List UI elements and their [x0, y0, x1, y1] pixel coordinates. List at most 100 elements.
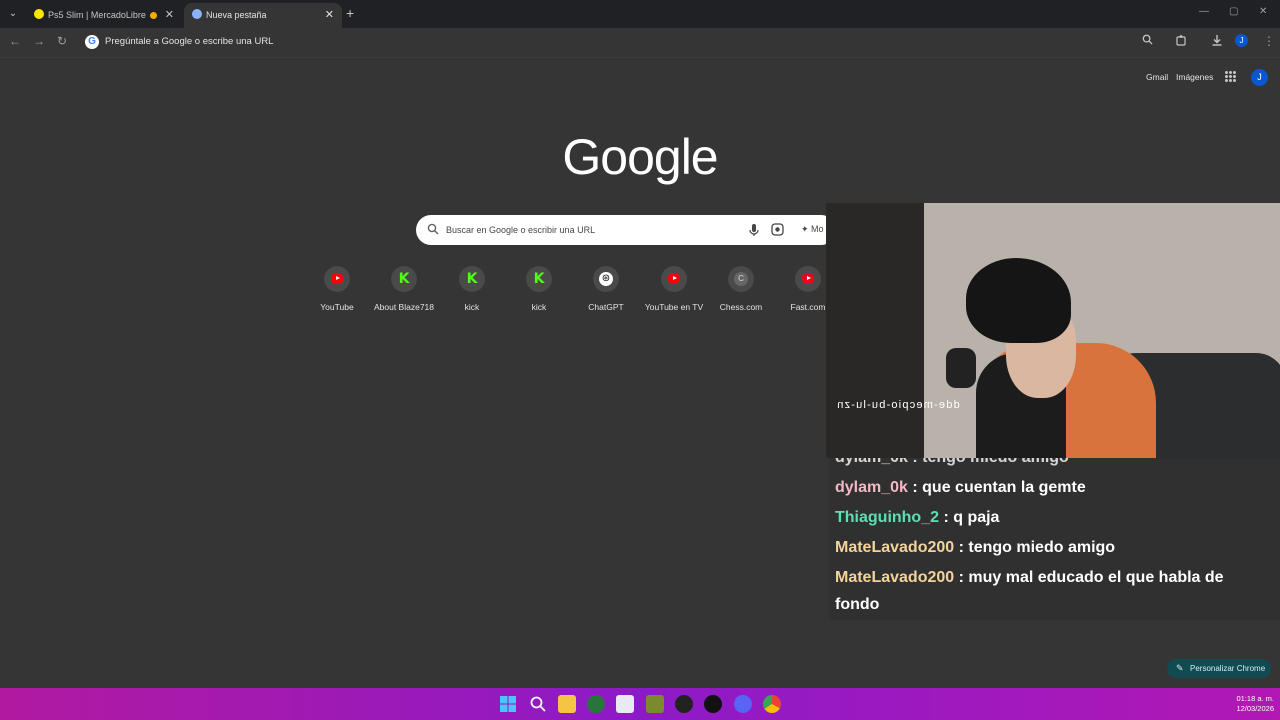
shortcut-youtube[interactable]: YouTube — [304, 266, 370, 318]
shortcut-label: ChatGPT — [588, 302, 624, 312]
gmail-link[interactable]: Gmail — [1146, 72, 1168, 82]
extensions-puzzle-icon[interactable] — [1175, 34, 1187, 49]
shortcut-tile — [661, 266, 687, 292]
customize-label: Personalizar Chrome — [1190, 664, 1266, 673]
windows-start-icon[interactable] — [499, 695, 517, 713]
chat-text: que cuentan la gemte — [922, 479, 1086, 496]
discord-icon[interactable] — [734, 695, 752, 713]
tab-title: Nueva pestaña — [206, 10, 267, 20]
shortcut-kick[interactable]: K kick — [439, 266, 505, 318]
shortcut-tile: ⊛ — [593, 266, 619, 292]
shortcut-about-blaze718[interactable]: K About Blaze718 — [371, 266, 437, 318]
omnibox-placeholder: Pregúntale a Google o escribe una URL — [105, 36, 274, 47]
search-input[interactable]: Buscar en Google o escribir una URL ✦ Mo — [416, 215, 836, 245]
file-explorer-icon[interactable] — [558, 695, 576, 713]
headset-icon — [946, 348, 976, 388]
mercadolibre-favicon-icon — [34, 9, 44, 19]
taskbar-clock[interactable]: 01:18 a. m. 12/03/2026 — [1222, 694, 1274, 714]
fast-icon — [802, 274, 814, 283]
webcam-overlay: dde-mecpio-bu-lu-zn — [826, 203, 1280, 458]
images-link[interactable]: Imágenes — [1176, 72, 1213, 82]
profile-avatar[interactable]: J — [1235, 34, 1248, 47]
kick-icon: K — [466, 271, 478, 287]
chrome-favicon-icon — [192, 9, 202, 19]
shortcut-tile — [324, 266, 350, 292]
shortcut-chatgpt[interactable]: ⊛ ChatGPT — [573, 266, 639, 318]
pencil-icon: ✎ — [1176, 663, 1184, 673]
shortcut-label: YouTube — [320, 302, 354, 312]
chat-username: dylam_0k — [835, 479, 908, 496]
chess-icon: C — [734, 272, 748, 286]
shortcut-label: YouTube en TV — [644, 302, 704, 312]
zoom-search-icon[interactable] — [1142, 34, 1153, 48]
chat-message: MateLavado200 : muy mal educado el que h… — [835, 569, 1224, 613]
close-tab-icon[interactable]: ✕ — [165, 5, 174, 26]
forward-arrow-icon[interactable]: → — [33, 34, 45, 48]
close-tab-icon[interactable]: ✕ — [325, 5, 334, 26]
shortcut-tile: K — [526, 266, 552, 292]
ai-mode-label: Mo — [811, 224, 824, 234]
youtube-icon — [668, 274, 680, 283]
maximize-icon[interactable]: ▢ — [1229, 6, 1238, 17]
search-icon[interactable] — [529, 695, 547, 713]
chat-message: MateLavado200 : tengo miedo amigo — [835, 539, 1116, 556]
back-arrow-icon[interactable]: ← — [9, 34, 21, 48]
shortcut-chess[interactable]: C Chess.com — [708, 266, 774, 318]
windows-taskbar — [0, 688, 1280, 720]
stream-chat: dylam_0k : tengo miedo amigo dylam_0k : … — [829, 458, 1280, 620]
account-avatar[interactable]: J — [1251, 69, 1268, 86]
ai-mode-button[interactable]: ✦ Mo — [801, 224, 824, 235]
chat-username: MateLavado200 — [835, 539, 955, 556]
store-icon[interactable] — [616, 695, 634, 713]
shortcut-label: About Blaze718 — [373, 302, 435, 312]
xbox-icon[interactable] — [587, 695, 605, 713]
download-icon[interactable] — [1211, 34, 1223, 49]
webcam-background-door — [826, 203, 924, 458]
microphone-icon[interactable] — [748, 223, 760, 237]
tab-status-dot-icon — [149, 12, 157, 20]
tab-mercadolibre[interactable]: Ps5 Slim | MercadoLibre ✕ — [26, 3, 182, 28]
clock-time: 01:18 a. m. — [1236, 694, 1274, 703]
customize-chrome-button[interactable]: ✎ Personalizar Chrome — [1167, 659, 1271, 678]
chat-text: tengo miedo amigo — [968, 539, 1116, 556]
tab-new-tab[interactable]: Nueva pestaña ✕ — [184, 3, 342, 28]
chat-message: Thiaguinho_2 : q paja — [835, 509, 1000, 526]
tab-strip: ⌄ Ps5 Slim | MercadoLibre ✕ Nueva pestañ… — [0, 0, 1280, 28]
youtube-icon — [331, 274, 343, 283]
mirrored-caption: dde-mecpio-bu-lu-zn — [836, 399, 960, 411]
shortcut-kick-2[interactable]: K kick — [506, 266, 572, 318]
shortcut-youtube-tv[interactable]: YouTube en TV — [641, 266, 707, 318]
app-icon[interactable] — [704, 695, 722, 713]
search-icon — [427, 223, 439, 235]
shortcut-label: Chess.com — [719, 302, 763, 312]
shortcut-tile — [795, 266, 821, 292]
new-tab-plus-icon[interactable]: + — [346, 5, 354, 21]
google-apps-grid-icon[interactable] — [1225, 71, 1236, 82]
window-close-icon[interactable]: ✕ — [1259, 6, 1267, 17]
tab-title: Ps5 Slim | MercadoLibre — [48, 5, 157, 26]
chat-username: Thiaguinho_2 — [835, 509, 939, 526]
chat-message: dylam_0k : que cuentan la gemte — [835, 479, 1086, 496]
minimize-icon[interactable]: — — [1199, 6, 1209, 17]
shortcut-tile: K — [391, 266, 417, 292]
shortcut-label: kick — [531, 302, 547, 312]
chat-text: q paja — [953, 509, 1000, 526]
reload-icon[interactable]: ↻ — [57, 34, 67, 48]
google-g-icon: G — [85, 35, 99, 49]
screen: ⌄ Ps5 Slim | MercadoLibre ✕ Nueva pestañ… — [0, 0, 1280, 720]
kick-icon: K — [533, 271, 545, 287]
tab-search-chevron-icon[interactable]: ⌄ — [4, 5, 22, 23]
omnibox[interactable]: G Pregúntale a Google o escribe una URL — [80, 32, 1160, 54]
kick-icon: K — [398, 271, 410, 287]
google-lens-icon[interactable] — [771, 223, 784, 236]
obs-icon[interactable] — [675, 695, 693, 713]
search-placeholder: Buscar en Google o escribir una URL — [446, 225, 596, 235]
browser-toolbar: ← → ↻ G Pregúntale a Google o escribe un… — [0, 28, 1280, 58]
chatgpt-icon: ⊛ — [599, 272, 613, 286]
google-logo: Google — [562, 129, 718, 185]
kebab-menu-icon[interactable]: ⋮ — [1263, 34, 1275, 48]
chrome-icon[interactable] — [763, 695, 781, 713]
clock-date: 12/03/2026 — [1236, 704, 1274, 713]
webcam-hair — [966, 258, 1071, 343]
minecraft-icon[interactable] — [646, 695, 664, 713]
